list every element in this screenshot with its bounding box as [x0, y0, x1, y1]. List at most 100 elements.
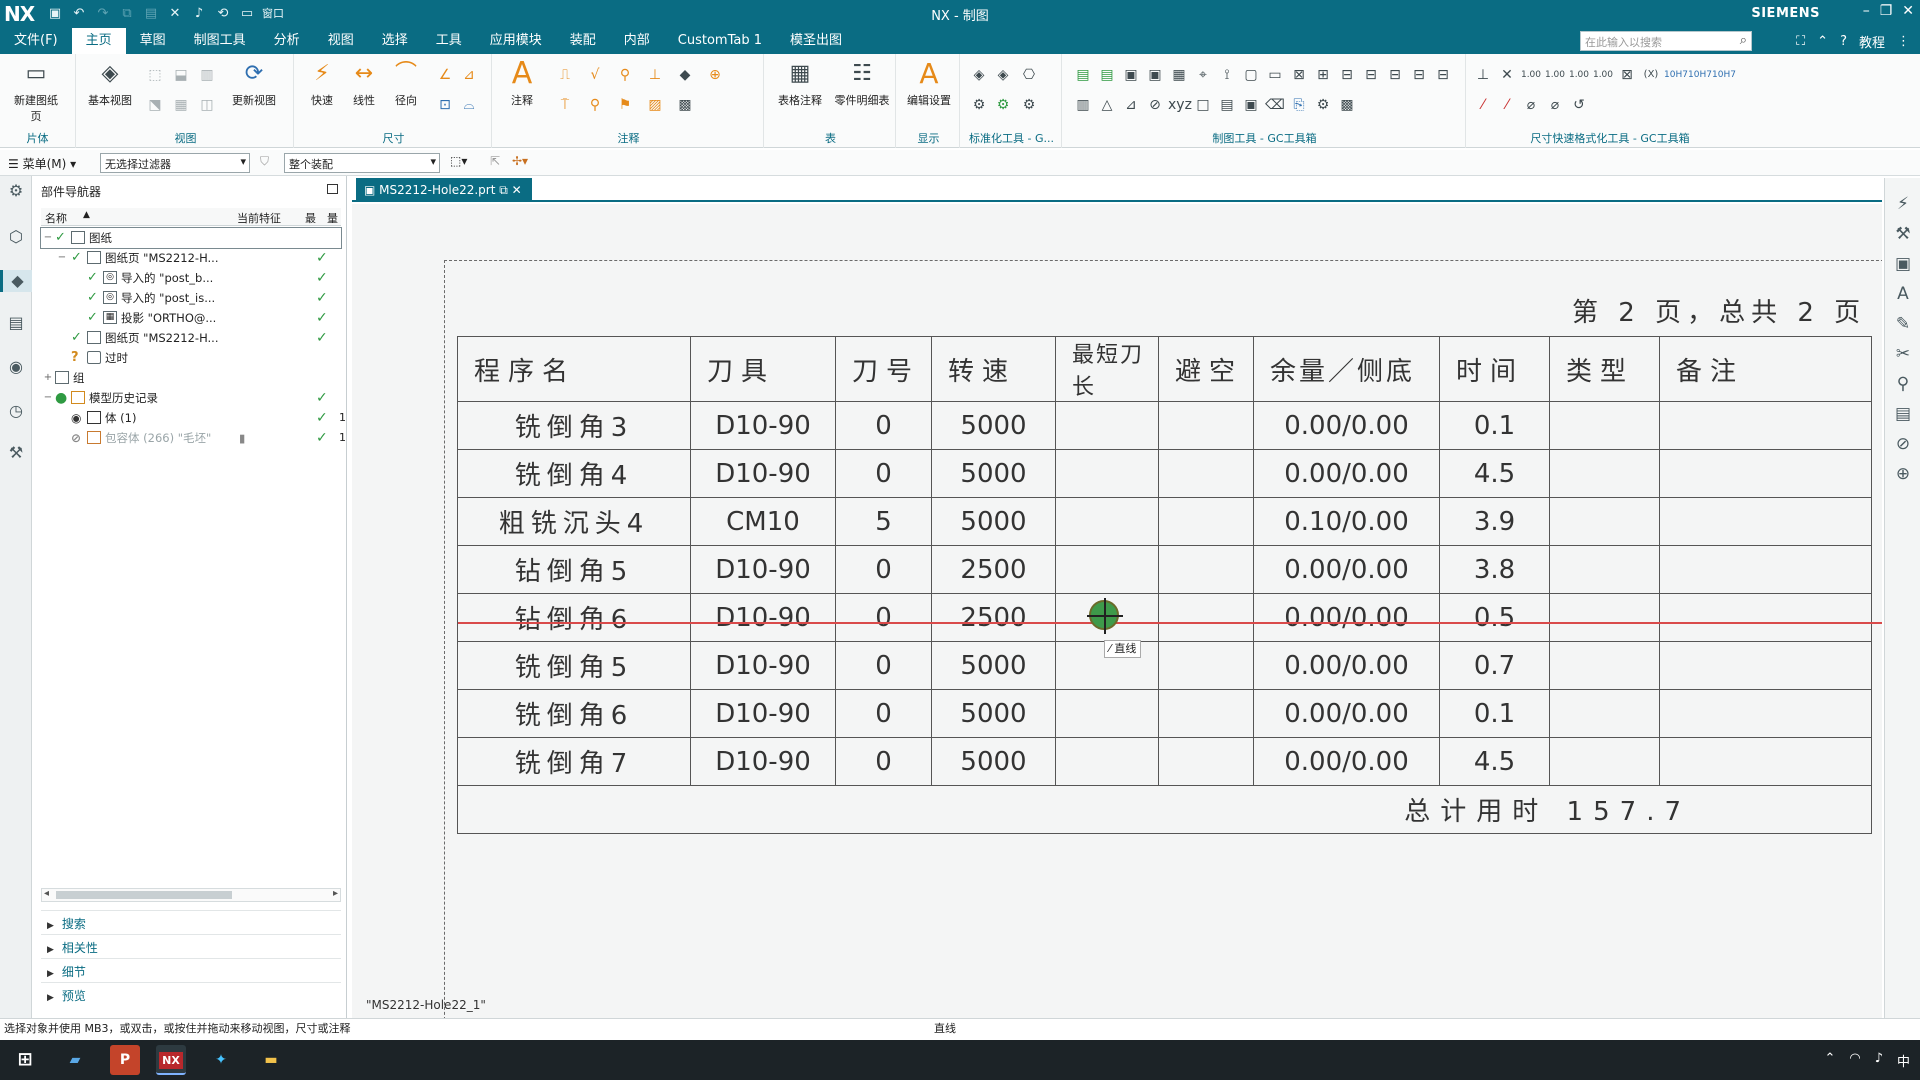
cell-stock[interactable]: 0.00/0.00 — [1253, 449, 1440, 498]
cell-time[interactable]: 4.5 — [1439, 737, 1550, 786]
std-tool-icon-3[interactable]: ⎔ — [1018, 64, 1040, 86]
sort-asc-icon[interactable]: ▲ — [83, 210, 90, 220]
tree-row-body[interactable]: ◉ 体 (1) ✓ 1 — [41, 408, 346, 428]
menu-home[interactable]: 主页 — [71, 28, 126, 54]
dimfmt-icon-14[interactable]: ⌀ — [1520, 94, 1542, 116]
right-tool-4-icon[interactable]: A — [1891, 282, 1915, 306]
cell-min-tool-length[interactable] — [1055, 497, 1159, 546]
minimize-icon[interactable]: – — [1863, 3, 1870, 19]
cell-tool-number[interactable]: 0 — [835, 593, 932, 642]
gc-draft-icon-13[interactable]: ⊟ — [1360, 64, 1382, 86]
cell-stock[interactable]: 0.00/0.00 — [1253, 545, 1440, 594]
selection-icon[interactable]: ⬚▾ — [450, 154, 467, 168]
history-icon[interactable]: ◷ — [5, 400, 27, 422]
cell-stock[interactable]: 0.00/0.00 — [1253, 641, 1440, 690]
cell-tool-number[interactable]: 5 — [835, 497, 932, 546]
menu-drafting-tools[interactable]: 制图工具 — [180, 28, 260, 54]
std-tool-icon-1[interactable]: ◈ — [968, 64, 990, 86]
cell-type[interactable] — [1549, 737, 1660, 786]
powerpoint-icon[interactable]: P — [110, 1045, 140, 1075]
tree-row-drawing[interactable]: − ✓ 图纸 — [40, 227, 342, 249]
cell-tool-number[interactable]: 0 — [835, 737, 932, 786]
assembly-navigator-icon[interactable]: ⬡ — [5, 226, 27, 248]
tabular-note-button[interactable]: ▦ 表格注释 — [770, 58, 830, 108]
menu-tools[interactable]: 工具 — [422, 28, 476, 54]
eye-icon[interactable]: ◉ — [71, 408, 81, 428]
command-search-input[interactable]: 在此输入以搜索 ⌕ — [1580, 31, 1752, 51]
gc-draft-icon-20[interactable]: ⊘ — [1144, 94, 1166, 116]
table-row[interactable]: 钻倒角5 D10-90 0 2500 0.00/0.00 3.8 — [457, 545, 1872, 594]
help-icon[interactable]: ? — [1840, 34, 1847, 49]
menu-button[interactable]: ☰ 菜单(M) ▾ — [8, 155, 76, 172]
gc-draft-icon-27[interactable]: ⚙ — [1312, 94, 1334, 116]
cell-clearance[interactable] — [1158, 545, 1254, 594]
cell-type[interactable] — [1549, 593, 1660, 642]
link-icon[interactable]: ⟲ — [214, 4, 232, 22]
std-tool-icon-2[interactable]: ◈ — [992, 64, 1014, 86]
surface-finish-icon[interactable]: √ — [584, 64, 606, 86]
type-filter-select[interactable]: 无选择过滤器 — [100, 153, 250, 173]
windows-start-icon[interactable]: ⊞ — [10, 1045, 40, 1075]
part-navigator-icon[interactable]: ◆ — [0, 270, 32, 292]
gc-draft-icon-22[interactable]: □ — [1192, 94, 1214, 116]
section-search[interactable]: ▶ 搜索 — [41, 910, 341, 932]
weld-symbol-icon[interactable]: ⊥ — [644, 64, 666, 86]
cell-remarks[interactable] — [1659, 689, 1872, 738]
dimfmt-icon-2[interactable]: ✕ — [1496, 64, 1518, 86]
break-view-icon[interactable]: ⬔ — [144, 94, 166, 116]
cell-program-name[interactable]: 铣倒角3 — [457, 401, 691, 450]
close-x-icon[interactable]: ✕ — [166, 4, 184, 22]
tree-row-import-post-is[interactable]: ✓ ◎ 导入的 "post_is... ✓ — [41, 288, 341, 308]
cell-tool-number[interactable]: 0 — [835, 545, 932, 594]
copy-icon[interactable]: ⧉ — [118, 4, 136, 22]
datum-icon[interactable]: ⍑ — [554, 94, 576, 116]
gc-draft-icon-6[interactable]: ⌖ — [1192, 64, 1214, 86]
cell-clearance[interactable] — [1158, 497, 1254, 546]
cell-time[interactable]: 0.1 — [1439, 401, 1550, 450]
collapse-icon[interactable]: − — [43, 228, 53, 248]
cell-remarks[interactable] — [1659, 593, 1872, 642]
cell-speed[interactable]: 5000 — [931, 737, 1056, 786]
cell-stock[interactable]: 0.00/0.00 — [1253, 593, 1440, 642]
section-dependencies[interactable]: ▶ 相关性 — [41, 934, 341, 956]
file-explorer-blue-icon[interactable]: ▰ — [60, 1045, 90, 1075]
dimfmt-icon-7[interactable]: ⊠ — [1616, 64, 1638, 86]
gc-draft-icon-4[interactable]: ▣ — [1144, 64, 1166, 86]
gc-draft-icon-2[interactable]: ▤ — [1096, 64, 1118, 86]
right-tool-1-icon[interactable]: ⚡ — [1891, 192, 1915, 216]
cell-tool-number[interactable]: 0 — [835, 641, 932, 690]
cell-min-tool-length[interactable] — [1055, 401, 1159, 450]
dimfmt-icon-3[interactable]: 1.00 — [1520, 64, 1542, 86]
gc-draft-icon-3[interactable]: ▣ — [1120, 64, 1142, 86]
gc-draft-icon-10[interactable]: ⊠ — [1288, 64, 1310, 86]
feature-control-icon[interactable]: ⎍ — [554, 64, 576, 86]
menu-internal[interactable]: 内部 — [610, 28, 664, 54]
dimfmt-icon-13[interactable]: ⁄ — [1496, 94, 1518, 116]
cell-min-tool-length[interactable] — [1055, 689, 1159, 738]
cell-min-tool-length[interactable] — [1055, 449, 1159, 498]
ordinate-dimension-icon[interactable]: ⊡ — [434, 94, 456, 116]
tree-row-import-post-b[interactable]: ✓ ◎ 导入的 "post_b... ✓ — [41, 268, 341, 288]
gc-draft-icon-21[interactable]: xyz — [1168, 94, 1192, 116]
angular-dimension-icon[interactable]: ∠ — [434, 64, 456, 86]
gc-draft-icon-1[interactable]: ▤ — [1072, 64, 1094, 86]
paste-icon[interactable]: ▤ — [142, 4, 160, 22]
gc-draft-icon-9[interactable]: ▭ — [1264, 64, 1286, 86]
hatch-icon[interactable]: ▨ — [644, 94, 666, 116]
cell-remarks[interactable] — [1659, 641, 1872, 690]
hidden-eye-icon[interactable]: ⊘ — [71, 428, 81, 448]
right-tool-2-icon[interactable]: ⚒ — [1891, 222, 1915, 246]
gc-draft-icon-14[interactable]: ⊟ — [1384, 64, 1406, 86]
edit-settings-button[interactable]: A 编辑设置 — [902, 58, 956, 108]
cell-stock[interactable]: 0.10/0.00 — [1253, 497, 1440, 546]
cell-type[interactable] — [1549, 689, 1660, 738]
right-tool-9-icon[interactable]: ⊘ — [1891, 432, 1915, 456]
cell-tool[interactable]: D10-90 — [690, 641, 836, 690]
radial-dimension-button[interactable]: ⌒ 径向 — [384, 58, 428, 108]
cell-clearance[interactable] — [1158, 401, 1254, 450]
window-menu[interactable]: 窗口 — [262, 4, 284, 22]
cell-tool[interactable]: D10-90 — [690, 737, 836, 786]
right-tool-10-icon[interactable]: ⊕ — [1891, 462, 1915, 486]
table-row[interactable]: 铣倒角4 D10-90 0 5000 0.00/0.00 4.5 — [457, 449, 1872, 498]
table-row[interactable]: 铣倒角3 D10-90 0 5000 0.00/0.00 0.1 — [457, 401, 1872, 450]
